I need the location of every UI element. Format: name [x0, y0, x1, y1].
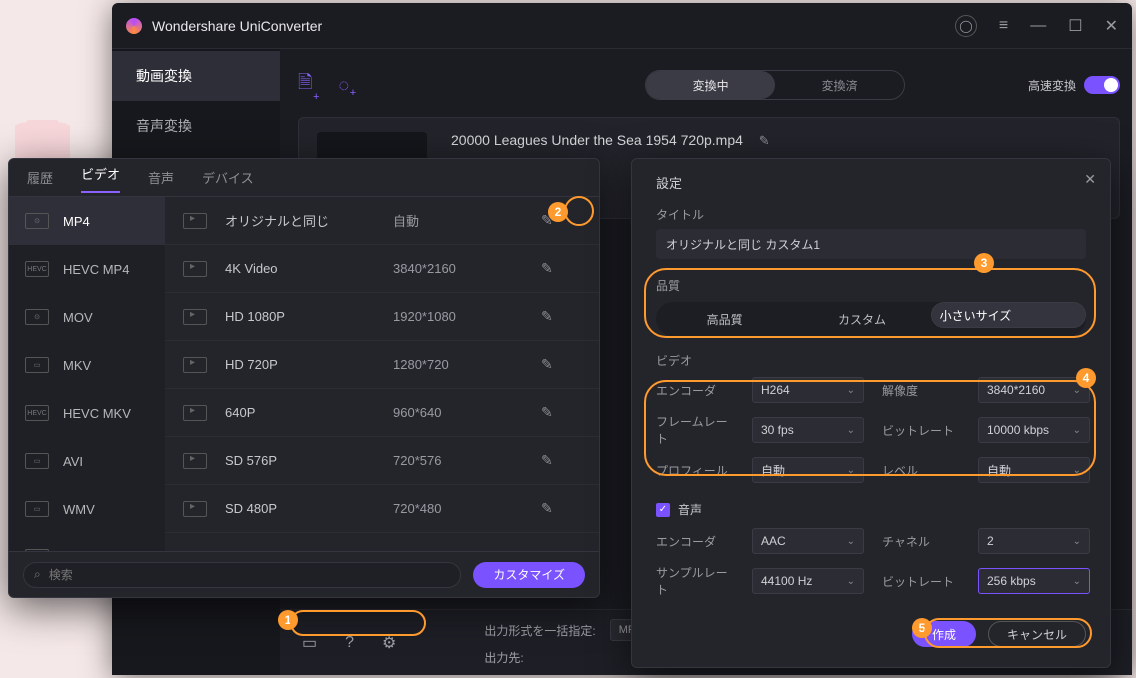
- menu-icon[interactable]: ≡: [999, 17, 1008, 35]
- tab-audio[interactable]: 音声: [148, 168, 174, 187]
- resolution-select[interactable]: 3840*2160⌄: [978, 377, 1090, 403]
- title-label: タイトル: [656, 206, 1086, 223]
- audio-encoder-label: エンコーダ: [656, 533, 734, 550]
- profile-label: プロフィール: [656, 462, 734, 479]
- format-wmv[interactable]: ▭WMV: [9, 485, 165, 533]
- quality-label: 品質: [656, 277, 1086, 294]
- rename-icon[interactable]: ✎: [759, 133, 770, 148]
- preset-row[interactable]: SD 480P720*480✎: [165, 485, 599, 533]
- samplerate-select[interactable]: 44100 Hz⌄: [752, 568, 864, 594]
- profile-select[interactable]: 自動⌄: [752, 457, 864, 483]
- preset-row[interactable]: オリジナルと同じ自動✎: [165, 197, 599, 245]
- audio-section-label: 音声: [678, 501, 702, 518]
- edit-preset-icon[interactable]: ✎: [541, 212, 553, 229]
- seg-in-progress[interactable]: 変換中: [646, 71, 775, 99]
- close-button[interactable]: ✕: [1105, 16, 1118, 36]
- preset-row[interactable]: 4K Video3840*2160✎: [165, 245, 599, 293]
- edit-preset-icon[interactable]: ✎: [541, 356, 553, 373]
- audio-checkbox[interactable]: ✓: [656, 503, 670, 517]
- batch-format-label: 出力形式を一括指定:: [484, 622, 595, 639]
- preset-row[interactable]: HD 720P1280*720✎: [165, 341, 599, 389]
- format-panel: 履歴 ビデオ 音声 デバイス ⊙MP4 HEVCHEVC MP4 ⊙MOV ▭M…: [8, 158, 600, 598]
- status-segmented: 変換中 変換済: [645, 70, 905, 100]
- video-section-label: ビデオ: [656, 352, 1086, 369]
- edit-preset-icon[interactable]: ✎: [541, 308, 553, 325]
- edit-preset-icon[interactable]: ✎: [541, 260, 553, 277]
- toolbar: 🗎+ ◌+ 変換中 変換済 高速変換: [298, 61, 1120, 109]
- file-name: 20000 Leagues Under the Sea 1954 720p.mp…: [451, 132, 743, 148]
- settings-close-icon[interactable]: ✕: [1084, 171, 1096, 188]
- help-book-icon[interactable]: ▭: [302, 633, 317, 653]
- channel-select[interactable]: 2⌄: [978, 528, 1090, 554]
- samplerate-label: サンプルレート: [656, 564, 734, 598]
- add-url-button[interactable]: ◌+: [338, 75, 349, 96]
- format-mp4[interactable]: ⊙MP4: [9, 197, 165, 245]
- nav-audio-convert[interactable]: 音声変換: [112, 101, 280, 151]
- format-m4v[interactable]: M4VM4V: [9, 533, 165, 551]
- search-icon: ⌕: [34, 567, 41, 582]
- format-tabs: 履歴 ビデオ 音声 デバイス: [9, 159, 599, 197]
- quality-small[interactable]: 小さいサイズ: [931, 302, 1086, 328]
- tab-history[interactable]: 履歴: [27, 168, 53, 187]
- format-avi[interactable]: ▭AVI: [9, 437, 165, 485]
- quality-custom[interactable]: カスタム: [793, 302, 930, 336]
- format-hevc-mkv[interactable]: HEVCHEVC MKV: [9, 389, 165, 437]
- audio-encoder-select[interactable]: AAC⌄: [752, 528, 864, 554]
- minimize-button[interactable]: —: [1030, 17, 1046, 35]
- format-list: ⊙MP4 HEVCHEVC MP4 ⊙MOV ▭MKV HEVCHEVC MKV…: [9, 197, 165, 551]
- format-search[interactable]: ⌕ 検索: [23, 562, 461, 588]
- tab-video[interactable]: ビデオ: [81, 164, 120, 193]
- fps-label: フレームレート: [656, 413, 734, 447]
- edit-preset-icon[interactable]: ✎: [541, 452, 553, 469]
- encoder-label: エンコーダ: [656, 382, 734, 399]
- titlebar: Wondershare UniConverter ◯ ≡ — ☐ ✕: [112, 3, 1132, 49]
- video-bitrate-label: ビットレート: [882, 422, 960, 439]
- preset-row[interactable]: HD 1080P1920*1080✎: [165, 293, 599, 341]
- fast-convert-toggle[interactable]: [1084, 76, 1120, 94]
- create-button[interactable]: 作成: [912, 621, 976, 647]
- resolution-label: 解像度: [882, 382, 960, 399]
- seg-done[interactable]: 変換済: [775, 71, 904, 99]
- format-hevc-mp4[interactable]: HEVCHEVC MP4: [9, 245, 165, 293]
- title-input[interactable]: [656, 229, 1086, 259]
- user-avatar[interactable]: ◯: [955, 15, 977, 37]
- audio-bitrate-label: ビットレート: [882, 573, 960, 590]
- preset-row[interactable]: 640P960*640✎: [165, 389, 599, 437]
- app-title: Wondershare UniConverter: [152, 18, 955, 34]
- dest-label: 出力先:: [484, 649, 523, 666]
- video-bitrate-select[interactable]: 10000 kbps⌄: [978, 417, 1090, 443]
- search-placeholder: 検索: [49, 566, 73, 583]
- level-label: レベル: [882, 462, 960, 479]
- preset-list: オリジナルと同じ自動✎ 4K Video3840*2160✎ HD 1080P1…: [165, 197, 599, 551]
- maximize-button[interactable]: ☐: [1068, 16, 1082, 36]
- format-mov[interactable]: ⊙MOV: [9, 293, 165, 341]
- channel-label: チャネル: [882, 533, 960, 550]
- settings-icon[interactable]: ⚙: [382, 633, 396, 653]
- nav-video-convert[interactable]: 動画変換: [112, 51, 280, 101]
- encoder-select[interactable]: H264⌄: [752, 377, 864, 403]
- app-logo: [126, 18, 142, 34]
- audio-bitrate-select[interactable]: 256 kbps⌄: [978, 568, 1090, 594]
- customize-button[interactable]: カスタマイズ: [473, 562, 585, 588]
- quality-high[interactable]: 高品質: [656, 302, 793, 336]
- preset-row[interactable]: SD 576P720*576✎: [165, 437, 599, 485]
- edit-preset-icon[interactable]: ✎: [541, 500, 553, 517]
- level-select[interactable]: 自動⌄: [978, 457, 1090, 483]
- fast-convert-label: 高速変換: [1028, 77, 1076, 94]
- help-icon[interactable]: ?: [345, 634, 354, 652]
- format-mkv[interactable]: ▭MKV: [9, 341, 165, 389]
- settings-panel: 設定 ✕ タイトル 品質 高品質 カスタム 小さいサイズ ビデオ エンコーダ H…: [631, 158, 1111, 668]
- tab-device[interactable]: デバイス: [202, 168, 254, 187]
- fps-select[interactable]: 30 fps⌄: [752, 417, 864, 443]
- add-file-button[interactable]: 🗎+: [298, 70, 312, 100]
- cancel-button[interactable]: キャンセル: [988, 621, 1086, 647]
- settings-title: 設定: [656, 173, 1086, 192]
- edit-preset-icon[interactable]: ✎: [541, 404, 553, 421]
- quality-segmented: 高品質 カスタム 小さいサイズ: [656, 302, 1086, 336]
